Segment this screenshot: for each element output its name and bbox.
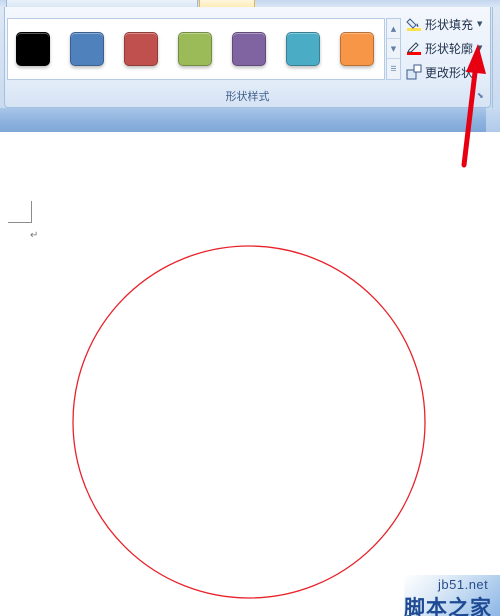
watermark-site: jb51.net [438,577,489,592]
circle-shape[interactable] [72,245,426,599]
shape-canvas [72,245,426,599]
watermark-logo: 脚本之家 [404,596,492,616]
